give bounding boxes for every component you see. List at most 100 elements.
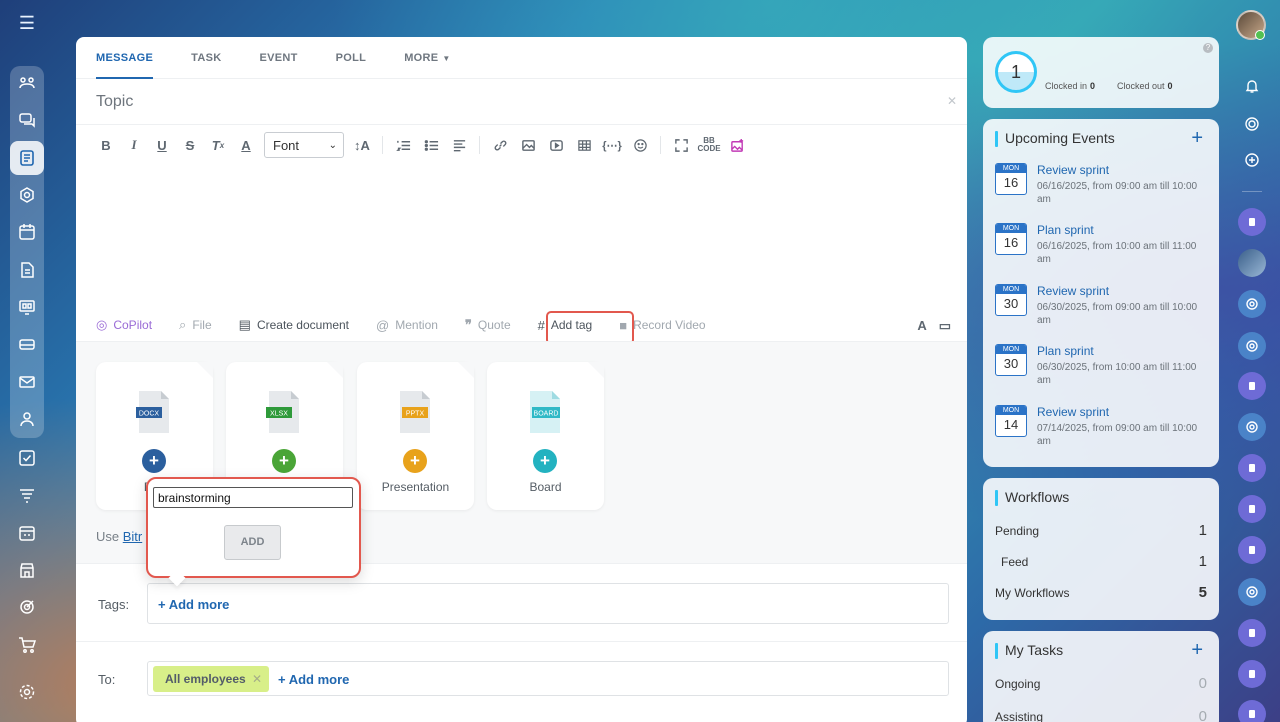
chat-avatar-icon[interactable] — [1238, 700, 1266, 722]
bold-icon[interactable]: B — [92, 131, 120, 159]
task-row[interactable]: Assisting 0 — [995, 708, 1207, 722]
event-item[interactable]: MON 30 Review sprint 06/30/2025, from 09:… — [995, 284, 1207, 340]
widget-title[interactable]: My Tasks — [994, 642, 1063, 659]
tab-message[interactable]: MESSAGE — [96, 37, 154, 79]
image-icon[interactable] — [514, 131, 542, 159]
hamburger-menu-icon[interactable]: ☰ — [17, 14, 37, 32]
link-icon[interactable] — [486, 131, 514, 159]
nav-chat-icon[interactable] — [10, 103, 44, 137]
text-color-icon[interactable]: A — [232, 131, 260, 159]
numbered-list-icon[interactable] — [389, 131, 417, 159]
add-event-plus-icon[interactable]: + — [1191, 127, 1203, 150]
tags-field[interactable]: + Add more — [147, 583, 949, 624]
nav-store-icon[interactable] — [10, 553, 44, 587]
event-title[interactable]: Plan sprint — [1037, 344, 1094, 358]
tag-input[interactable] — [153, 487, 353, 508]
event-item[interactable]: MON 16 Review sprint 06/16/2025, from 09:… — [995, 163, 1207, 219]
add-docx-button[interactable]: + — [142, 449, 166, 473]
mention-button[interactable]: @ Mention — [376, 318, 438, 333]
nav-settings-gear-icon[interactable] — [10, 675, 44, 709]
contact-avatar[interactable] — [1238, 249, 1266, 277]
workflow-row[interactable]: Pending 1 — [995, 522, 1207, 539]
bullet-list-icon[interactable] — [417, 131, 445, 159]
nav-mail-icon[interactable] — [10, 365, 44, 399]
close-icon[interactable]: ✕ — [947, 94, 957, 108]
event-item[interactable]: MON 30 Plan sprint 06/30/2025, from 10:00… — [995, 344, 1207, 400]
emoji-icon[interactable] — [626, 131, 654, 159]
table-icon[interactable] — [570, 131, 598, 159]
ai-image-icon[interactable] — [723, 131, 751, 159]
copilot-chat-icon[interactable] — [1238, 413, 1266, 441]
copilot-chat-icon[interactable] — [1238, 290, 1266, 318]
topic-field[interactable]: Topic ✕ — [76, 79, 967, 125]
underline-icon[interactable]: U — [148, 131, 176, 159]
align-icon[interactable] — [445, 131, 473, 159]
message-editor[interactable] — [76, 165, 967, 305]
event-title[interactable]: Review sprint — [1037, 163, 1109, 177]
copilot-assistant-icon[interactable] — [1238, 110, 1266, 138]
bitrix-link[interactable]: Bitr — [123, 529, 143, 544]
help-icon[interactable]: ? — [1203, 43, 1213, 53]
event-item[interactable]: MON 16 Plan sprint 06/16/2025, from 10:00… — [995, 223, 1207, 279]
event-title[interactable]: Review sprint — [1037, 284, 1109, 298]
video-icon[interactable] — [542, 131, 570, 159]
panel-toggle-icon[interactable]: ▭ — [939, 318, 951, 334]
fullscreen-icon[interactable] — [667, 131, 695, 159]
nav-crm-icon[interactable] — [10, 478, 44, 512]
clear-format-icon[interactable]: Tx — [204, 131, 232, 159]
copilot-chat-icon[interactable] — [1238, 332, 1266, 360]
bbcode-icon[interactable]: BB CODE — [695, 131, 723, 159]
nav-cart-icon[interactable] — [10, 628, 44, 662]
quote-button[interactable]: ❞ Quote — [465, 317, 511, 333]
file-button[interactable]: ⌕ File — [179, 317, 212, 333]
copilot-chat-icon[interactable] — [1238, 578, 1266, 606]
nav-copilot-icon[interactable] — [10, 178, 44, 212]
nav-groups-icon[interactable] — [10, 402, 44, 436]
workflow-row[interactable]: My Workflows 5 — [995, 584, 1207, 601]
widget-title[interactable]: Workflows — [994, 489, 1069, 506]
italic-icon[interactable]: I — [120, 131, 148, 159]
workflow-row[interactable]: Feed 1 — [1001, 553, 1207, 570]
nav-drive-icon[interactable] — [10, 327, 44, 361]
add-tag-submit-button[interactable]: ADD — [224, 525, 281, 560]
task-row[interactable]: Ongoing 0 — [995, 675, 1207, 692]
font-select[interactable]: Font ⌄ — [264, 132, 344, 158]
chat-avatar-icon[interactable] — [1238, 208, 1266, 236]
chat-avatar-icon[interactable] — [1238, 372, 1266, 400]
add-board-button[interactable]: + — [533, 449, 557, 473]
tab-more[interactable]: MORE ▼ — [404, 37, 450, 79]
recipient-chip[interactable]: All employees ✕ — [153, 666, 269, 692]
code-icon[interactable]: {⋯} — [598, 131, 626, 159]
add-pptx-button[interactable]: + — [403, 449, 427, 473]
widget-title[interactable]: Upcoming Events — [995, 130, 1115, 147]
nav-boards-icon[interactable] — [10, 290, 44, 324]
chat-avatar-icon[interactable] — [1238, 454, 1266, 482]
notifications-bell-icon[interactable] — [1238, 72, 1266, 100]
doc-card-board[interactable]: BOARD + Board — [487, 362, 604, 510]
tab-poll[interactable]: POLL — [336, 37, 367, 79]
create-document-button[interactable]: ▤ Create document — [239, 317, 349, 333]
nav-documents-icon[interactable] — [10, 253, 44, 287]
messenger-icon[interactable] — [1238, 146, 1266, 174]
tags-add-more-link[interactable]: + Add more — [158, 597, 229, 612]
nav-booking-icon[interactable] — [10, 516, 44, 550]
text-format-icon[interactable]: A — [917, 318, 926, 334]
tab-task[interactable]: TASK — [191, 37, 221, 79]
nav-feed-icon[interactable] — [10, 141, 44, 175]
add-task-plus-icon[interactable]: + — [1191, 639, 1203, 662]
event-title[interactable]: Plan sprint — [1037, 223, 1094, 237]
close-icon[interactable]: ✕ — [252, 666, 262, 692]
event-title[interactable]: Review sprint — [1037, 405, 1109, 419]
nav-calendar-icon[interactable] — [10, 215, 44, 249]
chat-avatar-icon[interactable] — [1238, 619, 1266, 647]
doc-card-pptx[interactable]: PPTX + Presentation — [357, 362, 474, 510]
recipients-field[interactable]: All employees ✕ + Add more — [147, 661, 949, 696]
strikethrough-icon[interactable]: S — [176, 131, 204, 159]
font-size-icon[interactable]: ↕A — [348, 131, 376, 159]
nav-collab-icon[interactable] — [10, 66, 44, 100]
chat-avatar-icon[interactable] — [1238, 536, 1266, 564]
nav-marketing-icon[interactable] — [10, 590, 44, 624]
clock-counter[interactable]: 1 — [995, 51, 1037, 93]
copilot-button[interactable]: ◎ CoPilot — [96, 317, 152, 333]
event-item[interactable]: MON 14 Review sprint 07/14/2025, from 09:… — [995, 405, 1207, 461]
